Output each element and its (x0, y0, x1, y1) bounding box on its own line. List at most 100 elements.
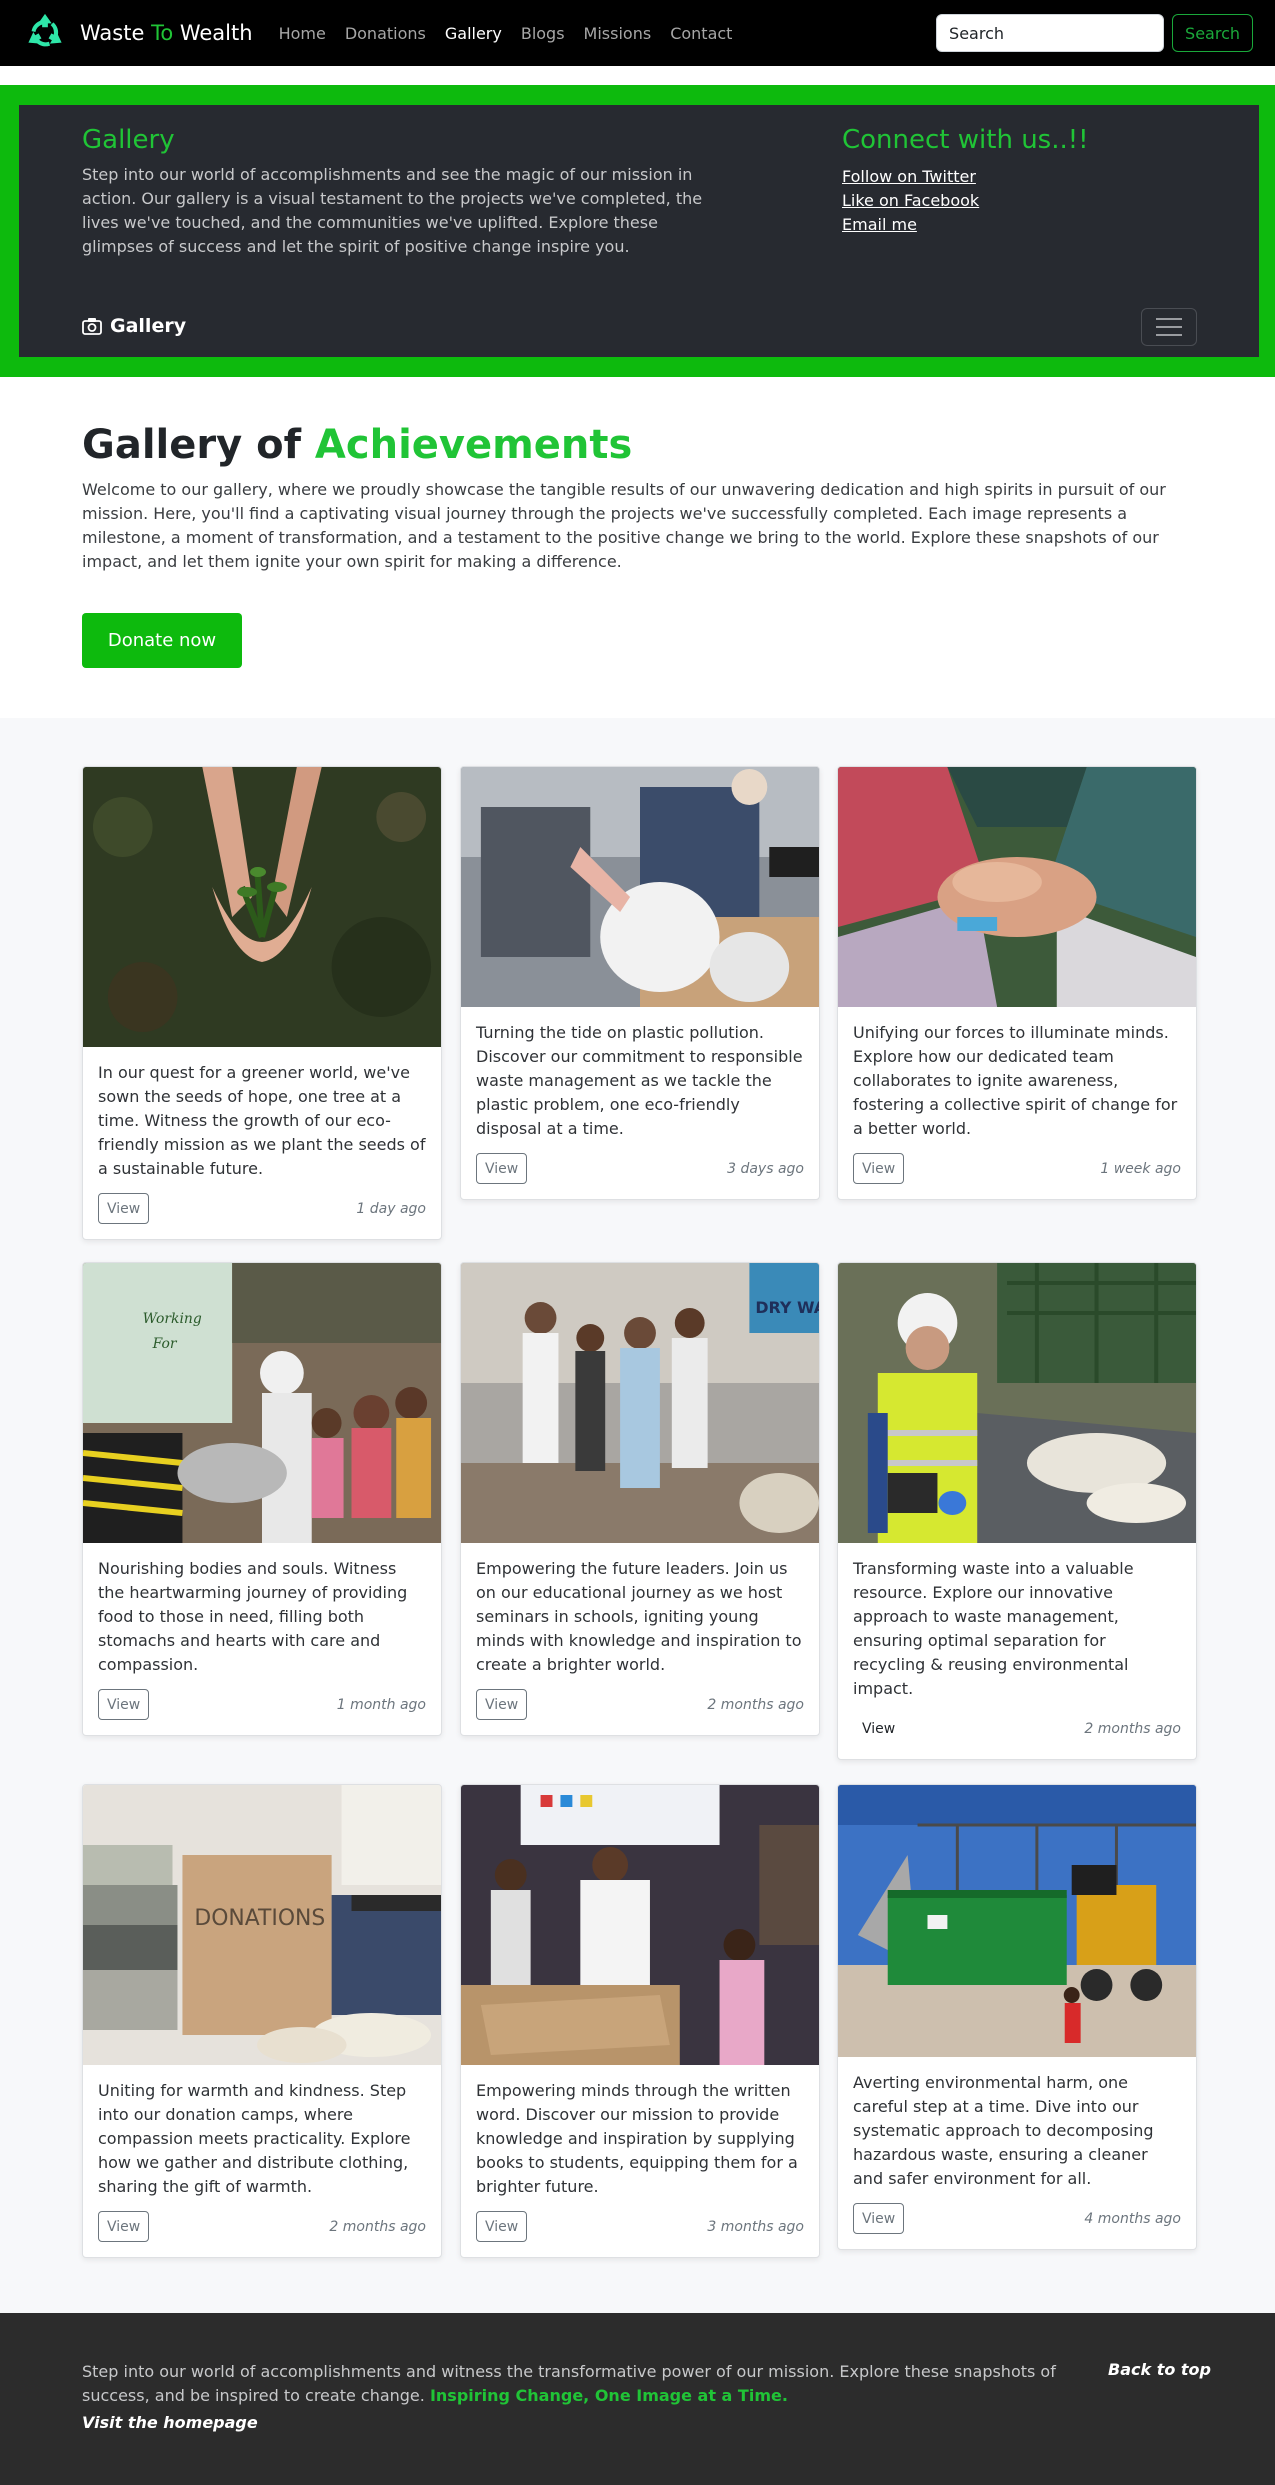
card-footer: View 1 week ago (853, 1153, 1181, 1184)
connect-title: Connect with us..!! (842, 125, 1089, 155)
card-timestamp: 4 months ago (1084, 2210, 1181, 2227)
view-button[interactable]: View (476, 2211, 528, 2242)
brand[interactable]: Waste To Wealth (22, 10, 253, 56)
footer-text: Step into our world of accomplishments a… (82, 2362, 1056, 2405)
nav-links: Home Donations Gallery Blogs Missions Co… (279, 24, 733, 43)
card-text: Uniting for warmth and kindness. Step in… (98, 2081, 411, 2196)
card-body: Averting environmental harm, one careful… (838, 2057, 1196, 2249)
card-footer: View 2 months ago (98, 2211, 426, 2242)
card-text: Nourishing bodies and souls. Witness the… (98, 1559, 408, 1674)
card-body: Nourishing bodies and souls. Witness the… (83, 1543, 441, 1735)
email-link[interactable]: Email me (842, 213, 1089, 237)
view-button[interactable]: View (476, 1153, 528, 1184)
svg-text:Working: Working (143, 1311, 202, 1327)
nav-link-missions[interactable]: Missions (584, 24, 652, 43)
recycle-logo-icon (28, 13, 62, 47)
facebook-link[interactable]: Like on Facebook (842, 189, 1089, 213)
gallery-card: Turning the tide on plastic pollution. D… (460, 766, 820, 1200)
card-timestamp: 2 months ago (707, 1696, 804, 1713)
back-to-top-link[interactable]: Back to top (1108, 2360, 1211, 2379)
nav-link-donations[interactable]: Donations (345, 24, 426, 43)
card-text: Transforming waste into a valuable resou… (853, 1559, 1134, 1698)
header-about: Gallery Step into our world of accomplis… (82, 125, 732, 259)
clothes-donation-box-photo: DONATIONS (83, 1785, 441, 2065)
section-brand[interactable]: Gallery (82, 315, 186, 337)
card-timestamp: 1 month ago (336, 1696, 426, 1713)
header-title: Gallery (82, 125, 175, 155)
header-panel: Gallery Step into our world of accomplis… (19, 105, 1259, 357)
gallery-card: In our quest for a greener world, we've … (82, 766, 442, 1240)
card-text: Averting environmental harm, one careful… (853, 2073, 1154, 2188)
book-donation-photo (461, 1785, 819, 2065)
donate-button[interactable]: Donate now (82, 613, 242, 668)
gallery-card: Averting environmental harm, one careful… (837, 1784, 1197, 2250)
card-timestamp: 3 months ago (707, 2218, 804, 2235)
nav-search-form: Search (936, 14, 1253, 52)
nav-link-home[interactable]: Home (279, 24, 326, 43)
camera-icon (82, 318, 102, 335)
view-button[interactable]: View (98, 1689, 150, 1720)
search-button[interactable]: Search (1172, 14, 1253, 52)
nav-link-gallery[interactable]: Gallery (445, 24, 502, 43)
card-body: Empowering the future leaders. Join us o… (461, 1543, 819, 1735)
view-button[interactable]: View (98, 2211, 150, 2242)
svg-text:For: For (152, 1336, 178, 1352)
card-body: Turning the tide on plastic pollution. D… (461, 1007, 819, 1199)
twitter-link[interactable]: Follow on Twitter (842, 165, 1089, 189)
nav-link-contact[interactable]: Contact (670, 24, 732, 43)
hamburger-line (1156, 334, 1182, 336)
card-body: Unifying our forces to illuminate minds.… (838, 1007, 1196, 1199)
view-button[interactable]: View (853, 1153, 905, 1184)
view-button[interactable]: View (476, 1689, 528, 1720)
nav-link-blogs[interactable]: Blogs (521, 24, 565, 43)
svg-text:DONATIONS: DONATIONS (194, 1906, 325, 1931)
card-footer: View 1 day ago (98, 1193, 426, 1224)
search-input[interactable] (936, 14, 1165, 52)
food-distribution-photo: Working For (83, 1263, 441, 1543)
intro-section: Gallery of Achievements Welcome to our g… (82, 422, 1197, 574)
volunteers-plastic-bags-photo (461, 767, 819, 1007)
card-text: Empowering the future leaders. Join us o… (476, 1559, 802, 1674)
stacked-hands-team-photo (838, 767, 1196, 1007)
card-body: In our quest for a greener world, we've … (83, 1047, 441, 1239)
hamburger-line (1156, 326, 1182, 328)
view-button[interactable]: View (853, 1713, 905, 1744)
hamburger-icon (1156, 318, 1182, 320)
card-footer: View 3 days ago (476, 1153, 804, 1184)
card-timestamp: 2 months ago (1084, 1720, 1181, 1737)
gallery-card: DRY WA Empowering the future leaders. Jo… (460, 1262, 820, 1736)
svg-text:DRY WA: DRY WA (755, 1298, 819, 1317)
menu-toggle-button[interactable] (1141, 308, 1197, 346)
gallery-card: Working For Nourishing bodies and souls.… (82, 1262, 442, 1736)
gallery-card: DONATIONS Uniting for warmth and kindnes… (82, 1784, 442, 2258)
page-title: Gallery of Achievements (82, 422, 633, 468)
waste-dumpster-site-photo (838, 1785, 1196, 2057)
brand-name: Waste To Wealth (80, 21, 253, 45)
card-body: Empowering minds through the written wor… (461, 2065, 819, 2257)
visit-homepage-link[interactable]: Visit the homepage (82, 2413, 258, 2432)
card-body: Uniting for warmth and kindness. Step in… (83, 2065, 441, 2257)
card-text: In our quest for a greener world, we've … (98, 1063, 426, 1178)
intro-text: Welcome to our gallery, where we proudly… (82, 480, 1166, 571)
navbar: Waste To Wealth Home Donations Gallery B… (0, 0, 1275, 66)
card-footer: View 1 month ago (98, 1689, 426, 1720)
card-text: Empowering minds through the written wor… (476, 2081, 798, 2196)
card-footer: View 2 months ago (476, 1689, 804, 1720)
card-text: Turning the tide on plastic pollution. D… (476, 1023, 803, 1138)
recycling-worker-photo (838, 1263, 1196, 1543)
header-connect: Connect with us..!! Follow on Twitter Li… (842, 125, 1089, 237)
gallery-card: Transforming waste into a valuable resou… (837, 1262, 1197, 1760)
gallery-card: Unifying our forces to illuminate minds.… (837, 766, 1197, 1200)
card-timestamp: 3 days ago (727, 1160, 804, 1177)
card-timestamp: 1 day ago (356, 1200, 426, 1217)
view-button[interactable]: View (853, 2203, 905, 2234)
view-button[interactable]: View (98, 1193, 150, 1224)
card-body: Transforming waste into a valuable resou… (838, 1543, 1196, 1759)
card-footer: View 3 months ago (476, 2211, 804, 2242)
header-frame: Gallery Step into our world of accomplis… (0, 85, 1275, 377)
footer-tagline: Inspiring Change, One Image at a Time. (429, 2386, 788, 2405)
school-seminar-photo: DRY WA (461, 1263, 819, 1543)
footer: Step into our world of accomplishments a… (0, 2313, 1275, 2485)
hands-holding-seedling-photo (83, 767, 441, 1047)
header-description: Step into our world of accomplishments a… (82, 165, 703, 256)
